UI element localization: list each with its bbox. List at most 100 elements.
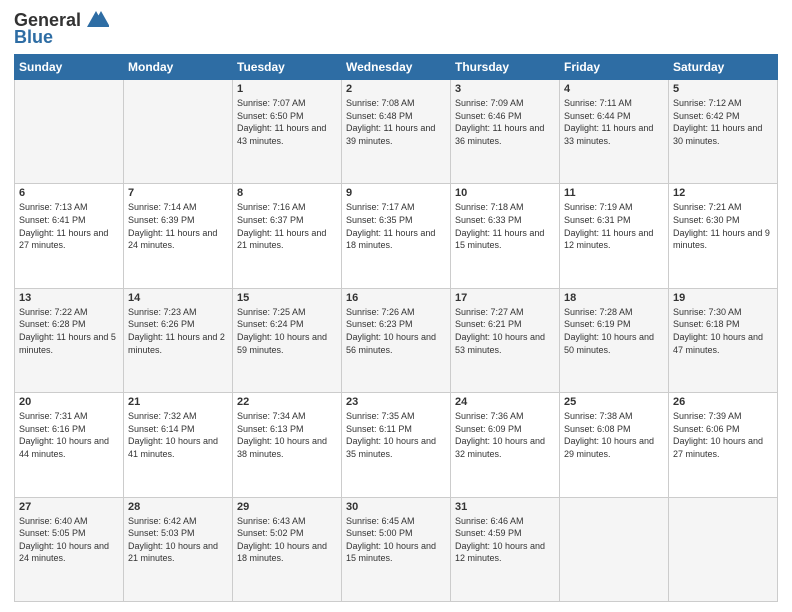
day-number: 17 — [455, 292, 555, 304]
day-cell: 16Sunrise: 7:26 AM Sunset: 6:23 PM Dayli… — [342, 288, 451, 392]
day-cell: 12 Sunrise: 7:21 AM Sunset: 6:30 PM Dayli… — [669, 184, 778, 288]
calendar-header-row: SundayMondayTuesdayWednesdayThursdayFrid… — [15, 55, 778, 80]
week-row-4: 20 Sunrise: 7:31 AM Sunset: 6:16 PM Dayli… — [15, 393, 778, 497]
day-cell: 14Sunrise: 7:23 AM Sunset: 6:26 PM Dayli… — [124, 288, 233, 392]
col-header-thursday: Thursday — [451, 55, 560, 80]
day-info: Sunrise: 7:26 AM Sunset: 6:23 PM Dayligh… — [346, 306, 446, 356]
day-number: 28 — [128, 501, 228, 513]
day-info: Sunrise: 7:16 AM Sunset: 6:37 PM Dayligh… — [237, 201, 337, 251]
day-info: Sunrise: 7:36 AM Sunset: 6:09 PM Dayligh… — [455, 410, 555, 460]
day-number: 13 — [19, 292, 119, 304]
day-number: 22 — [237, 396, 337, 408]
day-cell — [560, 497, 669, 601]
calendar-table: SundayMondayTuesdayWednesdayThursdayFrid… — [14, 54, 778, 602]
day-cell: 4 Sunrise: 7:11 AM Sunset: 6:44 PM Daylig… — [560, 80, 669, 184]
day-cell: 5Sunrise: 7:12 AM Sunset: 6:42 PM Daylig… — [669, 80, 778, 184]
day-number: 10 — [455, 187, 555, 199]
day-number: 6 — [19, 187, 119, 199]
day-cell: 9Sunrise: 7:17 AM Sunset: 6:35 PM Daylig… — [342, 184, 451, 288]
day-info: Sunrise: 7:25 AM Sunset: 6:24 PM Dayligh… — [237, 306, 337, 356]
day-cell: 22 Sunrise: 7:34 AM Sunset: 6:13 PM Dayli… — [233, 393, 342, 497]
day-info: Sunrise: 7:27 AM Sunset: 6:21 PM Dayligh… — [455, 306, 555, 356]
day-cell: 1 Sunrise: 7:07 AM Sunset: 6:50 PM Daylig… — [233, 80, 342, 184]
day-info: Sunrise: 7:21 AM Sunset: 6:30 PM Dayligh… — [673, 201, 773, 251]
day-info: Sunrise: 7:28 AM Sunset: 6:19 PM Dayligh… — [564, 306, 664, 356]
day-cell — [669, 497, 778, 601]
day-number: 4 — [564, 83, 664, 95]
day-cell: 6 Sunrise: 7:13 AM Sunset: 6:41 PM Daylig… — [15, 184, 124, 288]
day-info: Sunrise: 6:43 AM Sunset: 5:02 PM Dayligh… — [237, 515, 337, 565]
day-number: 30 — [346, 501, 446, 513]
day-info: Sunrise: 6:40 AM Sunset: 5:05 PM Dayligh… — [19, 515, 119, 565]
day-info: Sunrise: 7:32 AM Sunset: 6:14 PM Dayligh… — [128, 410, 228, 460]
day-number: 24 — [455, 396, 555, 408]
day-cell: 3 Sunrise: 7:09 AM Sunset: 6:46 PM Daylig… — [451, 80, 560, 184]
day-number: 1 — [237, 83, 337, 95]
day-info: Sunrise: 6:46 AM Sunset: 4:59 PM Dayligh… — [455, 515, 555, 565]
day-cell: 19 Sunrise: 7:30 AM Sunset: 6:18 PM Dayli… — [669, 288, 778, 392]
day-number: 29 — [237, 501, 337, 513]
day-cell: 18 Sunrise: 7:28 AM Sunset: 6:19 PM Dayli… — [560, 288, 669, 392]
week-row-3: 13 Sunrise: 7:22 AM Sunset: 6:28 PM Dayli… — [15, 288, 778, 392]
logo: General Blue — [14, 10, 109, 48]
day-number: 27 — [19, 501, 119, 513]
day-cell: 27 Sunrise: 6:40 AM Sunset: 5:05 PM Dayli… — [15, 497, 124, 601]
col-header-friday: Friday — [560, 55, 669, 80]
day-info: Sunrise: 7:38 AM Sunset: 6:08 PM Dayligh… — [564, 410, 664, 460]
day-cell: 15 Sunrise: 7:25 AM Sunset: 6:24 PM Dayli… — [233, 288, 342, 392]
day-info: Sunrise: 7:07 AM Sunset: 6:50 PM Dayligh… — [237, 97, 337, 147]
day-cell: 11Sunrise: 7:19 AM Sunset: 6:31 PM Dayli… — [560, 184, 669, 288]
day-cell: 21 Sunrise: 7:32 AM Sunset: 6:14 PM Dayli… — [124, 393, 233, 497]
day-info: Sunrise: 7:39 AM Sunset: 6:06 PM Dayligh… — [673, 410, 773, 460]
day-number: 21 — [128, 396, 228, 408]
day-number: 11 — [564, 187, 664, 199]
day-cell: 10 Sunrise: 7:18 AM Sunset: 6:33 PM Dayli… — [451, 184, 560, 288]
col-header-wednesday: Wednesday — [342, 55, 451, 80]
day-info: Sunrise: 7:31 AM Sunset: 6:16 PM Dayligh… — [19, 410, 119, 460]
day-info: Sunrise: 7:11 AM Sunset: 6:44 PM Dayligh… — [564, 97, 664, 147]
day-number: 15 — [237, 292, 337, 304]
day-cell: 20 Sunrise: 7:31 AM Sunset: 6:16 PM Dayli… — [15, 393, 124, 497]
day-cell: 24 Sunrise: 7:36 AM Sunset: 6:09 PM Dayli… — [451, 393, 560, 497]
day-cell — [15, 80, 124, 184]
week-row-5: 27 Sunrise: 6:40 AM Sunset: 5:05 PM Dayli… — [15, 497, 778, 601]
day-info: Sunrise: 7:14 AM Sunset: 6:39 PM Dayligh… — [128, 201, 228, 251]
logo-icon — [83, 9, 109, 31]
day-cell: 23Sunrise: 7:35 AM Sunset: 6:11 PM Dayli… — [342, 393, 451, 497]
day-number: 19 — [673, 292, 773, 304]
col-header-tuesday: Tuesday — [233, 55, 342, 80]
day-info: Sunrise: 7:13 AM Sunset: 6:41 PM Dayligh… — [19, 201, 119, 251]
day-info: Sunrise: 7:08 AM Sunset: 6:48 PM Dayligh… — [346, 97, 446, 147]
day-cell: 25 Sunrise: 7:38 AM Sunset: 6:08 PM Dayli… — [560, 393, 669, 497]
day-number: 5 — [673, 83, 773, 95]
day-number: 2 — [346, 83, 446, 95]
logo-blue-text: Blue — [14, 27, 53, 48]
header: General Blue — [14, 10, 778, 48]
day-cell: 2 Sunrise: 7:08 AM Sunset: 6:48 PM Daylig… — [342, 80, 451, 184]
day-info: Sunrise: 7:30 AM Sunset: 6:18 PM Dayligh… — [673, 306, 773, 356]
day-info: Sunrise: 7:09 AM Sunset: 6:46 PM Dayligh… — [455, 97, 555, 147]
week-row-1: 1 Sunrise: 7:07 AM Sunset: 6:50 PM Daylig… — [15, 80, 778, 184]
day-info: Sunrise: 7:18 AM Sunset: 6:33 PM Dayligh… — [455, 201, 555, 251]
col-header-saturday: Saturday — [669, 55, 778, 80]
day-number: 31 — [455, 501, 555, 513]
day-cell: 17 Sunrise: 7:27 AM Sunset: 6:21 PM Dayli… — [451, 288, 560, 392]
day-number: 20 — [19, 396, 119, 408]
day-cell: 13 Sunrise: 7:22 AM Sunset: 6:28 PM Dayli… — [15, 288, 124, 392]
day-info: Sunrise: 6:42 AM Sunset: 5:03 PM Dayligh… — [128, 515, 228, 565]
day-number: 12 — [673, 187, 773, 199]
day-number: 18 — [564, 292, 664, 304]
day-cell: 7 Sunrise: 7:14 AM Sunset: 6:39 PM Daylig… — [124, 184, 233, 288]
day-number: 25 — [564, 396, 664, 408]
day-number: 3 — [455, 83, 555, 95]
day-info: Sunrise: 7:23 AM Sunset: 6:26 PM Dayligh… — [128, 306, 228, 356]
day-info: Sunrise: 7:22 AM Sunset: 6:28 PM Dayligh… — [19, 306, 119, 356]
day-number: 23 — [346, 396, 446, 408]
week-row-2: 6 Sunrise: 7:13 AM Sunset: 6:41 PM Daylig… — [15, 184, 778, 288]
day-info: Sunrise: 7:34 AM Sunset: 6:13 PM Dayligh… — [237, 410, 337, 460]
day-number: 7 — [128, 187, 228, 199]
day-cell: 31 Sunrise: 6:46 AM Sunset: 4:59 PM Dayli… — [451, 497, 560, 601]
day-cell: 8Sunrise: 7:16 AM Sunset: 6:37 PM Daylig… — [233, 184, 342, 288]
day-cell: 30Sunrise: 6:45 AM Sunset: 5:00 PM Dayli… — [342, 497, 451, 601]
day-number: 9 — [346, 187, 446, 199]
